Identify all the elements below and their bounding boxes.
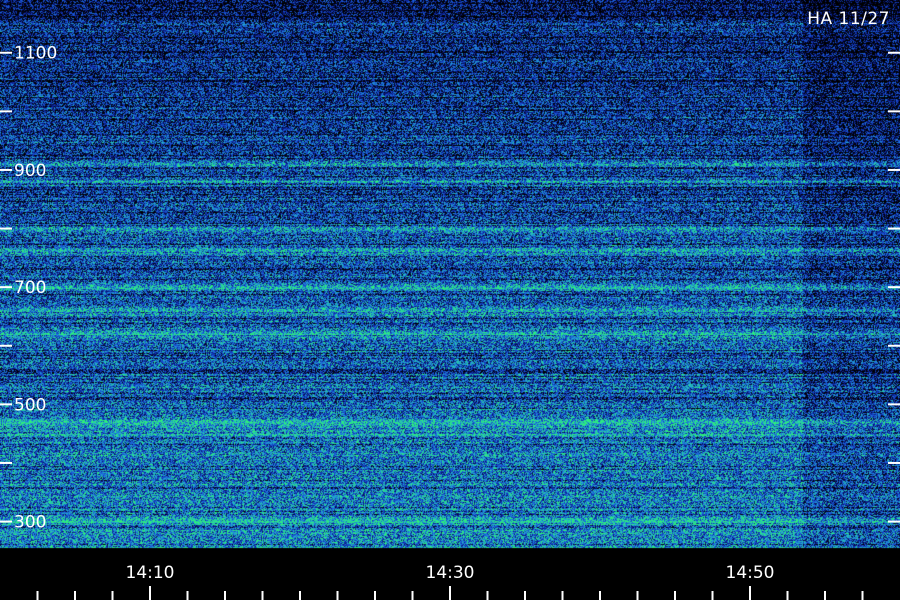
y-tick-label: 500	[14, 395, 46, 415]
spectrogram-chart: HA 11/27 1100 900 700 500 300 14:10 14:30 14:5…	[0, 0, 900, 600]
x-tick-label: 14:30	[426, 563, 475, 583]
y-tick-label: 1100	[14, 44, 57, 64]
chart-overlay: HA 11/27 1100 900 700 500 300 14:10 14:30 14:5…	[0, 9, 900, 600]
y-axis: 1100 900 700 500 300	[0, 44, 900, 533]
y-tick-label: 300	[14, 513, 46, 533]
y-tick-label: 700	[14, 278, 46, 298]
x-tick-label: 14:50	[726, 563, 775, 583]
x-axis: 14:10 14:30 14:50	[36, 563, 864, 600]
x-tick-label: 14:10	[126, 563, 175, 583]
y-tick-label: 900	[14, 161, 46, 181]
chart-title: HA 11/27	[807, 9, 890, 29]
